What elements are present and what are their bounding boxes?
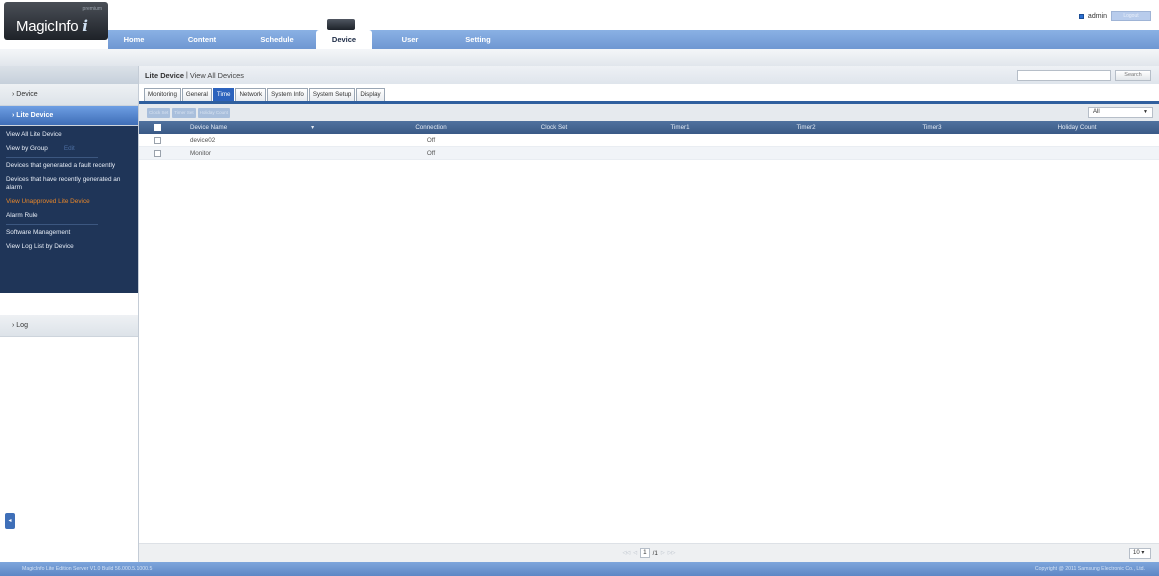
row-checkbox[interactable]	[139, 149, 176, 157]
tab-time[interactable]: Time	[212, 88, 235, 101]
column-timer3[interactable]: Timer3	[869, 124, 995, 131]
nav-device[interactable]: Device	[316, 30, 372, 49]
footer-copyright: Copyright @ 2011 Samsung Electronic Co.,…	[1034, 566, 1145, 572]
page-title: Lite Device	[145, 70, 185, 80]
user-area: admin Logout	[1078, 11, 1151, 21]
sidebar-item-log-list-by-device[interactable]: View Log List by Device	[0, 240, 138, 254]
sidebar-top	[0, 66, 138, 84]
sub-header-bar	[0, 49, 1159, 66]
filter-select[interactable]: All ▼	[1088, 107, 1153, 118]
row-checkbox[interactable]	[139, 136, 176, 144]
connection-cell: Off	[426, 149, 436, 157]
column-clock-set[interactable]: Clock Set	[491, 124, 617, 131]
table-row[interactable]: device02 Off	[139, 134, 1159, 147]
next-page-icon[interactable]: ▷	[661, 550, 665, 556]
nav-setting[interactable]: Setting	[448, 30, 508, 49]
pagination: ◁◁ ◁ 1 /1 ▷ ▷▷ 10 ▾	[139, 543, 1159, 562]
toolbar: Clock Set Timer Set Holiday Count All ▼	[139, 104, 1159, 121]
last-page-icon[interactable]: ▷▷	[668, 550, 676, 556]
device-name-cell[interactable]: Monitor	[176, 150, 371, 157]
sidebar-lite-device-menu: View All Lite Device View by Group Edit D…	[0, 126, 138, 293]
page-total: /1	[652, 549, 658, 557]
device-name-cell[interactable]: device02	[176, 137, 371, 144]
search-input[interactable]	[1017, 70, 1111, 81]
column-timer1[interactable]: Timer1	[617, 124, 743, 131]
sidebar-collapse-button[interactable]: ◂	[5, 513, 15, 529]
main-panel: Lite Device | View All Devices Search Mo…	[138, 66, 1159, 562]
nav-content[interactable]: Content	[172, 30, 232, 49]
chevron-down-icon: ▾	[1141, 550, 1145, 556]
chevron-down-icon: ▼	[1143, 109, 1148, 115]
first-page-icon[interactable]: ◁◁	[623, 550, 631, 556]
column-holiday-count[interactable]: Holiday Count	[995, 124, 1159, 131]
tab-system-info[interactable]: System Info	[267, 88, 308, 101]
device-monitor-icon	[327, 19, 355, 30]
sidebar-item-unapproved-lite-device[interactable]: View Unapproved Lite Device	[0, 195, 138, 209]
column-device-name[interactable]: Device Name ▾	[176, 124, 371, 131]
divider	[6, 157, 98, 158]
app-window: premium MagicInfo i Home Content Schedul…	[0, 0, 1159, 576]
edit-group-link[interactable]: Edit	[64, 145, 75, 152]
footer: MagicInfo Lite Edition Server V1.0 Build…	[0, 562, 1159, 576]
device-tabs: Monitoring General Time Network System I…	[139, 84, 1159, 101]
tab-system-setup[interactable]: System Setup	[308, 88, 356, 101]
sidebar-section-log[interactable]: › Log	[0, 315, 138, 337]
main-menu: Home Content Schedule Device User Settin…	[108, 30, 508, 49]
tab-display[interactable]: Display	[356, 88, 385, 101]
page-titlebar: Lite Device | View All Devices Search	[139, 66, 1159, 84]
footer-version: MagicInfo Lite Edition Server V1.0 Build…	[22, 566, 153, 572]
table-row[interactable]: Monitor Off	[139, 147, 1159, 160]
sidebar-section-device[interactable]: › Device	[0, 84, 138, 106]
nav-home[interactable]: Home	[108, 30, 160, 49]
page-subtitle: View All Devices	[189, 70, 244, 80]
sidebar-item-fault-devices[interactable]: Devices that generated a fault recently	[0, 159, 138, 173]
logo-tier: premium	[82, 6, 102, 12]
sidebar-item-view-by-group[interactable]: View by Group Edit	[0, 142, 138, 156]
nav-schedule[interactable]: Schedule	[244, 30, 310, 49]
sidebar-section-lite-device[interactable]: › Lite Device	[0, 106, 138, 126]
divider	[6, 224, 98, 225]
page-number-input[interactable]: 1	[640, 548, 650, 558]
tab-network[interactable]: Network	[235, 88, 267, 101]
sidebar-item-view-all-lite-device[interactable]: View All Lite Device	[0, 128, 138, 142]
sidebar-item-alarm-devices[interactable]: Devices that have recently generated an …	[0, 173, 138, 195]
column-connection[interactable]: Connection	[371, 124, 491, 131]
sidebar-item-alarm-rule[interactable]: Alarm Rule	[0, 209, 138, 223]
timer-set-button[interactable]: Timer Set	[172, 107, 196, 118]
sidebar-item-software-management[interactable]: Software Management	[0, 226, 138, 240]
nav-user[interactable]: User	[384, 30, 436, 49]
connection-cell: Off	[426, 136, 436, 144]
select-all-checkbox[interactable]	[139, 124, 176, 131]
clock-set-button[interactable]: Clock Set	[147, 107, 171, 118]
holiday-count-button[interactable]: Holiday Count	[197, 107, 230, 118]
column-timer2[interactable]: Timer2	[743, 124, 869, 131]
sort-down-icon: ▾	[311, 124, 315, 131]
user-icon	[1078, 13, 1084, 19]
tab-general[interactable]: General	[181, 88, 212, 101]
tab-monitoring[interactable]: Monitoring	[144, 88, 181, 101]
page-size-select[interactable]: 10 ▾	[1129, 548, 1151, 559]
prev-page-icon[interactable]: ◁	[633, 550, 637, 556]
magicinfo-logo[interactable]: premium MagicInfo i	[4, 2, 108, 40]
logout-button[interactable]: Logout	[1111, 11, 1151, 21]
search-button[interactable]: Search	[1115, 70, 1151, 81]
sidebar: › Device › Lite Device View All Lite Dev…	[0, 66, 138, 562]
title-separator: |	[186, 71, 188, 79]
table-header: Device Name ▾ Connection Clock Set Timer1…	[139, 121, 1159, 134]
user-name[interactable]: admin	[1088, 13, 1107, 20]
logo-brand: MagicInfo i	[16, 17, 88, 35]
